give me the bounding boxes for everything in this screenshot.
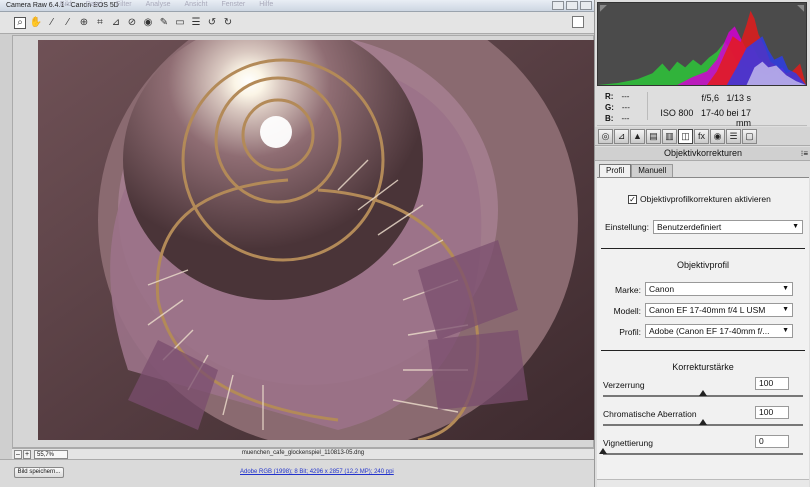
profile-tab-content: ✓ Objektivprofilkorrekturen aktivieren E…	[597, 177, 809, 487]
make-label: Marke:	[615, 285, 641, 295]
setting-value: Benutzerdefiniert	[657, 222, 722, 232]
menu-item[interactable]: Bild	[60, 1, 72, 8]
green-readout: G: ---	[605, 103, 630, 112]
preferences-icon[interactable]: ☰	[190, 17, 202, 29]
distortion-label: Verzerrung	[603, 380, 645, 390]
target-adjust-icon[interactable]: ⊕	[78, 17, 90, 29]
hsl-icon[interactable]: ▤	[646, 128, 661, 144]
presets-icon[interactable]: ☰	[726, 128, 741, 144]
make-value: Canon	[649, 284, 675, 294]
file-name: muenchen_cafe_glockenspiel_110813-05.dng	[241, 450, 365, 456]
chromatic-aberration-value[interactable]: 100	[755, 406, 789, 419]
red-readout: R: ---	[605, 92, 630, 101]
profile-label: Profil:	[619, 327, 641, 337]
workflow-options-link[interactable]: Adobe RGB (1998); 8 Bit; 4296 x 2857 (12…	[240, 469, 394, 475]
vignetting-value[interactable]: 0	[755, 435, 789, 448]
menu-item[interactable]: Analyse	[146, 1, 171, 8]
hand-icon[interactable]: ✋	[30, 17, 42, 29]
enable-profile-label: Objektivprofilkorrekturen aktivieren	[640, 194, 771, 204]
divider	[601, 350, 805, 351]
tab-manuell[interactable]: Manuell	[631, 164, 674, 177]
panel-tabs: ◎ ⊿ ▲ ▤ ▥ ◫ fx ◉ ☰ ▢	[595, 127, 810, 146]
dropdown-arrow-icon: ▼	[782, 327, 789, 334]
save-image-button[interactable]: Bild speichern...	[14, 467, 64, 478]
model-value: Canon EF 17-40mm f/4 L USM	[649, 305, 766, 315]
enable-profile-checkbox[interactable]: ✓	[628, 195, 637, 204]
detail-icon[interactable]: ▲	[630, 128, 645, 144]
chromatic-aberration-slider-thumb[interactable]	[699, 419, 707, 425]
vignetting-slider-thumb[interactable]	[599, 448, 607, 454]
basic-icon[interactable]: ◎	[598, 128, 613, 144]
fx-icon[interactable]: fx	[694, 128, 709, 144]
lens-subtabs: Profil Manuell	[599, 164, 674, 177]
menu-item[interactable]: Hilfe	[259, 1, 273, 8]
menu-item[interactable]: Filter	[116, 1, 132, 8]
snapshots-icon[interactable]: ▢	[742, 128, 757, 144]
red-eye-icon[interactable]: ◉	[142, 17, 154, 29]
setting-select[interactable]: Benutzerdefiniert ▼	[653, 220, 803, 234]
dropdown-arrow-icon: ▼	[792, 223, 799, 230]
model-label: Modell:	[613, 306, 641, 316]
zoom-icon[interactable]: ⌕	[14, 16, 26, 29]
chromatic-aberration-label: Chromatische Aberration	[603, 409, 697, 419]
blue-readout: B: ---	[605, 114, 630, 123]
minimize-button[interactable]	[552, 1, 564, 10]
rotate-left-icon[interactable]: ↺	[206, 17, 218, 29]
panel-menu-icon[interactable]: ⁝≡	[801, 147, 808, 160]
spiral-staircase-photo	[38, 40, 594, 440]
rotate-right-icon[interactable]: ↻	[222, 17, 234, 29]
footer-bar: Bild speichern... Adobe RGB (1998); 8 Bi…	[0, 459, 594, 487]
profile-select[interactable]: Adobe (Canon EF 17-40mm f/... ▼	[645, 324, 793, 338]
dropdown-arrow-icon: ▼	[782, 285, 789, 292]
maximize-button[interactable]	[566, 1, 578, 10]
menu-item[interactable]: Ansicht	[185, 1, 208, 8]
tone-curve-icon[interactable]: ⊿	[614, 128, 629, 144]
make-select[interactable]: Canon ▼	[645, 282, 793, 296]
graduated-filter-icon[interactable]: ▭	[174, 17, 186, 29]
vignetting-slider[interactable]	[603, 453, 803, 455]
lens-corrections-icon[interactable]: ◫	[678, 128, 693, 144]
straighten-icon[interactable]: ⊿	[110, 17, 122, 29]
color-sampler-icon[interactable]: ⁄	[62, 17, 74, 29]
histogram	[597, 2, 807, 86]
profile-value: Adobe (Canon EF 17-40mm f/...	[649, 326, 770, 336]
divider	[601, 248, 805, 249]
exif-exposure: f/5,6 1/13 s	[701, 93, 751, 103]
correction-amount-heading: Korrekturstärke	[672, 362, 734, 372]
image-canvas[interactable]	[12, 35, 594, 448]
spot-removal-icon[interactable]: ⊘	[126, 17, 138, 29]
camera-raw-window: Camera Raw 6.4.1 - Canon EOS 5D Bild Dat…	[0, 0, 810, 487]
camera-calibration-icon[interactable]: ◉	[710, 128, 725, 144]
model-select[interactable]: Canon EF 17-40mm f/4 L USM ▼	[645, 303, 793, 317]
section-header: Objektivkorrekturen ⁝≡	[595, 147, 810, 161]
crop-icon[interactable]: ⌗	[94, 17, 106, 29]
window-controls	[552, 1, 592, 10]
distortion-slider-thumb[interactable]	[699, 390, 707, 396]
menu-bar: Bild Datei Filter Analyse Ansicht Fenste…	[60, 1, 273, 8]
dropdown-arrow-icon: ▼	[782, 306, 789, 313]
panel-bottom-strip	[597, 479, 809, 487]
vignetting-label: Vignettierung	[603, 438, 653, 448]
tab-profil[interactable]: Profil	[599, 164, 632, 177]
tool-bar: ⌕ ✋ ⁄ ⁄ ⊕ ⌗ ⊿ ⊘ ◉ ✎ ▭ ☰ ↺ ↻	[0, 12, 594, 34]
adjustments-panel: R: --- G: --- B: --- f/5,6 1/13 s ISO 800 1…	[594, 0, 810, 487]
menu-item[interactable]: Fenster	[221, 1, 245, 8]
adjustment-brush-icon[interactable]: ✎	[158, 17, 170, 29]
info-divider	[647, 92, 648, 120]
setting-label: Einstellung:	[605, 222, 649, 232]
white-balance-icon[interactable]: ⁄	[46, 17, 58, 29]
distortion-value[interactable]: 100	[755, 377, 789, 390]
menu-item[interactable]: Datei	[86, 1, 102, 8]
exif-lens: ISO 800 17-40 bei 17 mm	[660, 108, 751, 128]
camera-info: R: --- G: --- B: --- f/5,6 1/13 s ISO 800 1…	[597, 88, 807, 128]
lens-profile-heading: Objektivprofil	[676, 260, 730, 270]
status-bar: – + 55,7% muenchen_cafe_glockenspiel_110…	[12, 448, 594, 459]
preview-checkbox[interactable]	[572, 16, 584, 28]
section-title: Objektivkorrekturen	[663, 148, 743, 158]
split-toning-icon[interactable]: ▥	[662, 128, 677, 144]
close-button[interactable]	[580, 1, 592, 10]
